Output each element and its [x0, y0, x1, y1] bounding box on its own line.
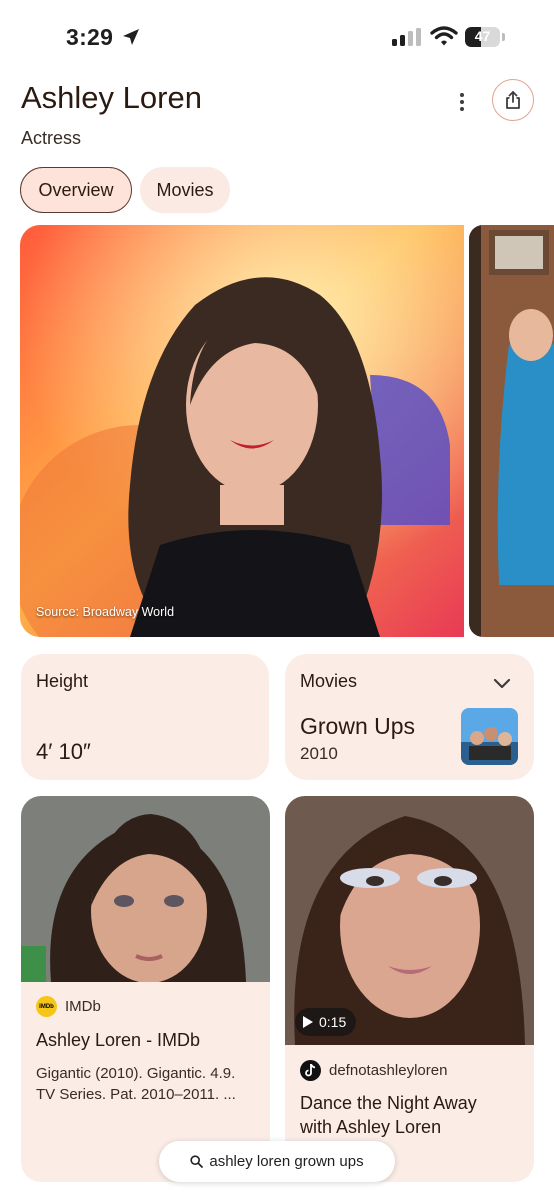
image-source: Source: Broadway World — [36, 605, 175, 619]
search-icon — [190, 1155, 204, 1168]
share-button[interactable] — [492, 79, 534, 121]
chevron-down-icon[interactable] — [490, 671, 514, 695]
result-snippet-line-2: TV Series. Pat. 2010–2011. ... — [36, 1086, 236, 1103]
result-snippet-line-1: Gigantic (2010). Gigantic. 4.9. — [36, 1065, 236, 1082]
page-subtitle: Actress — [21, 128, 82, 148]
more-vert-icon[interactable] — [448, 88, 476, 116]
result-card-video[interactable]: 0:15 defnotashleyloren Dance the Night A… — [285, 796, 534, 1182]
location-arrow-icon — [123, 29, 139, 45]
play-icon — [303, 1016, 313, 1028]
portrait-photo — [20, 225, 464, 637]
movie-title[interactable]: Grown Ups — [300, 713, 415, 740]
wifi-icon — [430, 26, 458, 46]
height-label: Height — [36, 671, 89, 691]
result-title-line-1[interactable]: Dance the Night Away — [300, 1091, 477, 1115]
search-suggestion-chip[interactable]: ashley loren grown ups — [159, 1141, 395, 1182]
result-card-imdb[interactable]: IMDb IMDb Ashley Loren - IMDb Gigantic (… — [21, 796, 270, 1182]
result-site: IMDb IMDb — [36, 996, 101, 1017]
second-photo — [469, 225, 554, 637]
result-site-name: IMDb — [65, 998, 101, 1015]
result-title-line-2[interactable]: with Ashley Loren — [300, 1115, 441, 1139]
battery-icon: 47 — [465, 27, 505, 47]
tiktok-icon — [300, 1060, 321, 1081]
status-bar: 3:29 47 — [0, 0, 554, 72]
page-title: Ashley Loren — [21, 80, 202, 115]
height-value: 4′ 10″ — [36, 739, 91, 764]
movie-poster[interactable] — [461, 708, 518, 765]
movie-year: 2010 — [300, 744, 338, 763]
result-title[interactable]: Ashley Loren - IMDb — [36, 1028, 200, 1052]
tab-movies[interactable]: Movies — [140, 167, 230, 213]
battery-percent: 47 — [474, 28, 491, 44]
movies-card[interactable]: Movies Grown Ups 2010 — [285, 654, 534, 780]
imdb-icon: IMDb — [36, 996, 57, 1017]
status-time: 3:29 — [66, 24, 114, 50]
hero-image[interactable]: Source: Broadway World — [20, 225, 464, 637]
video-duration: 0:15 — [319, 1014, 347, 1030]
result-site: defnotashleyloren — [300, 1060, 447, 1081]
share-icon — [506, 91, 520, 109]
tab-overview[interactable]: Overview — [20, 167, 132, 213]
video-duration-badge: 0:15 — [295, 1008, 357, 1036]
signal-icon — [392, 28, 421, 46]
search-chip-query: ashley loren grown ups — [209, 1153, 364, 1170]
movies-label: Movies — [300, 671, 358, 691]
height-card[interactable]: Height 4′ 10″ — [21, 654, 269, 780]
second-image[interactable] — [469, 225, 554, 637]
result-site-name: defnotashleyloren — [329, 1062, 448, 1079]
result-thumbnail — [21, 796, 270, 982]
